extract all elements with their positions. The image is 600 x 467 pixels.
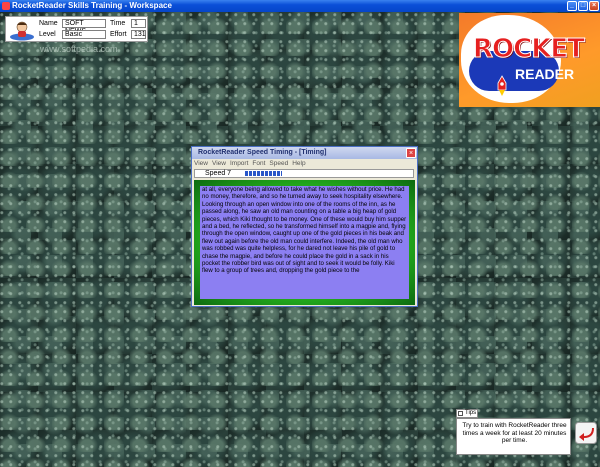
speed-window-menu: View View Import Font Speed Help: [192, 159, 417, 168]
menu-item-help[interactable]: Help: [292, 159, 305, 168]
reading-text: at all, everyone being allowed to take w…: [200, 186, 409, 299]
menu-item-speed[interactable]: Speed: [269, 159, 288, 168]
minimize-icon[interactable]: _: [567, 1, 577, 11]
tips-checkbox[interactable]: [458, 411, 463, 416]
time-label: Time: [110, 20, 126, 27]
effort-label: Effort: [110, 31, 127, 38]
user-icon[interactable]: [9, 19, 35, 41]
menu-item-import[interactable]: Import: [230, 159, 248, 168]
menu-item-view[interactable]: View: [194, 159, 208, 168]
logo-word-reader: READER: [515, 66, 575, 82]
tips-box: Try to train with RocketReader three tim…: [456, 418, 571, 455]
tips-tab-label: Tips: [465, 410, 477, 416]
exit-arrow-icon[interactable]: [575, 422, 597, 444]
maximize-icon[interactable]: □: [578, 1, 588, 11]
speed-timing-window: RocketReader Speed Timing - [Timing] × V…: [191, 146, 418, 307]
reading-frame: at all, everyone being allowed to take w…: [194, 180, 415, 305]
menu-item-font[interactable]: Font: [252, 159, 265, 168]
close-icon[interactable]: ×: [406, 148, 416, 158]
time-field: 1: [131, 19, 146, 28]
window-title: RocketReader Skills Training - Workspace: [12, 1, 172, 10]
rocket-icon: [497, 75, 507, 96]
app-icon: [2, 2, 10, 10]
speed-bar: Speed 7: [194, 169, 414, 178]
speed-progress-track: [245, 171, 413, 176]
tips-text: Try to train with RocketReader three tim…: [462, 422, 567, 444]
logo-word-rocket: ROCKET: [473, 34, 586, 65]
level-field: Basic: [62, 30, 106, 39]
name-label: Name: [39, 20, 58, 27]
menu-item-view-2[interactable]: View: [212, 159, 226, 168]
close-icon[interactable]: ×: [589, 1, 599, 11]
user-info-panel: Name SOFT NEWS Level Basic Time 1 Effort…: [5, 16, 148, 42]
speed-progress-fill: [245, 171, 282, 176]
window-titlebar[interactable]: RocketReader Skills Training - Workspace…: [0, 0, 600, 12]
level-label: Level: [39, 31, 56, 38]
name-field: SOFT NEWS: [62, 19, 106, 35]
speed-label: Speed 7: [205, 170, 232, 177]
speed-window-title[interactable]: RocketReader Speed Timing - [Timing]: [192, 147, 417, 159]
watermark: www.softpedia.com: [40, 44, 118, 54]
tips-tab[interactable]: Tips: [456, 409, 478, 418]
rocketreader-logo: ROCKET READER: [459, 13, 600, 107]
effort-field: 131: [131, 30, 146, 39]
